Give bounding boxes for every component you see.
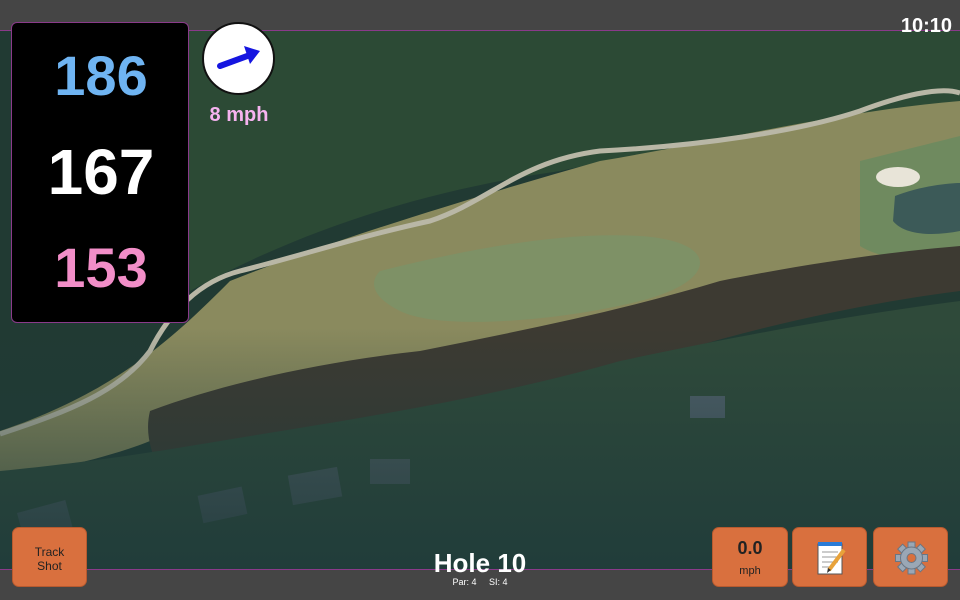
speed-unit: mph: [739, 565, 761, 577]
hole-title: Hole 10: [433, 548, 527, 578]
front-yardage: 153: [54, 236, 148, 299]
notepad-icon: [817, 542, 846, 575]
clock: 10:10: [900, 15, 952, 37]
track-shot-label-line1: Track: [34, 545, 65, 559]
hole-info: Par: 4 SI: 4: [380, 577, 580, 587]
par-text: Par: 4: [452, 577, 477, 587]
wind-direction-dial: [202, 22, 275, 95]
wind-speed: 8 mph: [209, 104, 269, 126]
wind-arrow-icon: [217, 46, 260, 69]
speed-value: 0.0: [737, 538, 763, 558]
back-yardage: 186: [54, 44, 148, 107]
stroke-index-text: SI: 4: [489, 577, 508, 587]
gear-icon: [895, 541, 928, 575]
track-shot-button[interactable]: Track Shot: [12, 527, 87, 587]
settings-button[interactable]: [873, 527, 948, 587]
notes-button[interactable]: [792, 527, 867, 587]
speed-button[interactable]: 0.0 mph: [712, 527, 788, 587]
yardage-panel: 186 167 153: [11, 22, 189, 323]
middle-yardage: 167: [47, 136, 155, 208]
track-shot-label-line2: Shot: [37, 559, 62, 573]
